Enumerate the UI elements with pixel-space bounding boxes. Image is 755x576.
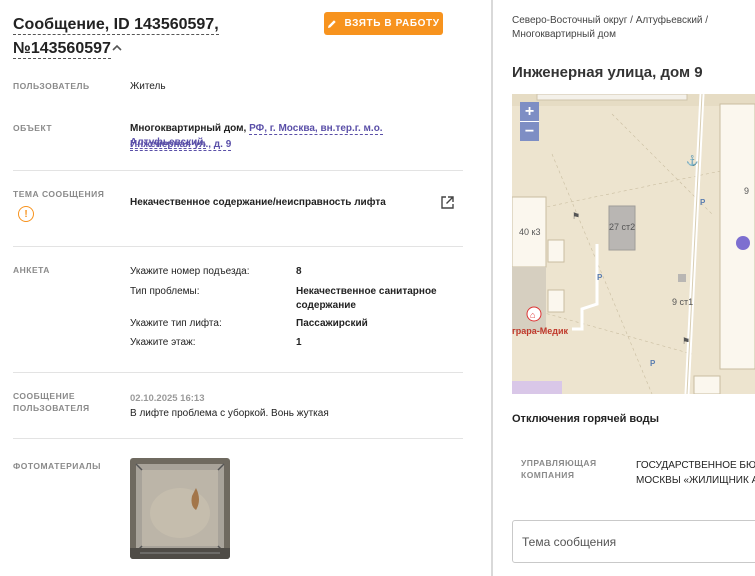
breadcrumb-line1: Северо-Восточный округ / Алтуфьевский / <box>512 15 709 26</box>
management-company-value: ГОСУДАРСТВЕННОЕ БЮД МОСКВЫ «ЖИЛИЩНИК А <box>636 460 755 486</box>
map-label-building: 40 к3 <box>519 227 541 237</box>
map-zoom-controls: + − <box>520 102 539 141</box>
survey-question: Тип проблемы: <box>130 286 200 297</box>
map[interactable]: ⌂ ⚓ ⚑ ⚑ 40 к3 27 ст2 9 ст1 9 грара-Медик… <box>512 94 755 394</box>
survey-question: Укажите тип лифта: <box>130 318 222 329</box>
pencil-icon <box>328 19 337 28</box>
survey-answer: 1 <box>296 337 302 348</box>
survey-question: Укажите номер подъезда: <box>130 266 250 277</box>
object-address-title: Инженерная улица, дом 9 <box>512 64 703 81</box>
divider <box>13 170 463 171</box>
divider <box>13 246 463 247</box>
breadcrumb: Северо-Восточный округ / Алтуфьевский / … <box>512 14 742 42</box>
parking-icon: P <box>700 198 706 207</box>
topic-label: ТЕМА СООБЩЕНИЯ <box>13 189 105 199</box>
map-label-building: 9 <box>744 186 750 196</box>
map-label-building: 9 ст1 <box>672 297 694 307</box>
topic-input[interactable] <box>512 520 755 563</box>
warning-icon: ! <box>18 206 34 222</box>
object-info-panel: Северо-Восточный округ / Алтуфьевский / … <box>493 0 755 576</box>
svg-text:⌂: ⌂ <box>530 310 535 320</box>
message-label-line1: СООБЩЕНИЕ <box>13 391 76 401</box>
object-address-link-line2[interactable]: Инженерная ул., д. 9 <box>130 138 232 152</box>
survey-label: АНКЕТА <box>13 265 50 275</box>
external-link-icon[interactable] <box>440 195 455 210</box>
breadcrumb-line2: Многоквартирный дом <box>512 29 616 40</box>
message-date: 02.10.2025 16:13 <box>130 393 205 404</box>
parking-icon: P <box>597 273 603 282</box>
message-label-line2: ПОЛЬЗОВАТЕЛЯ <box>13 403 90 413</box>
svg-text:⚓: ⚓ <box>686 154 698 167</box>
message-details-panel: Сообщение, ID 143560597, №143560597 ВЗЯТ… <box>0 0 490 576</box>
photos-label: ФОТОМАТЕРИАЛЫ <box>13 461 101 471</box>
divider <box>13 438 463 439</box>
chevron-up-icon[interactable] <box>112 43 122 53</box>
message-text: В лифте проблема с уборкой. Вонь жуткая <box>130 408 329 419</box>
take-to-work-button[interactable]: ВЗЯТЬ В РАБОТУ <box>324 12 443 35</box>
survey-answer: 8 <box>296 266 302 277</box>
management-company-label: УПРАВЛЯЮЩАЯ КОМПАНИЯ <box>521 458 597 480</box>
topic-value: Некачественное содержание/неисправность … <box>130 197 386 208</box>
divider <box>13 372 463 373</box>
message-title-line2[interactable]: №143560597 <box>13 40 111 59</box>
survey-answer: Пассажирский <box>296 318 368 329</box>
survey-answer: Некачественное санитарное содержание <box>296 286 437 311</box>
user-label: ПОЛЬЗОВАТЕЛЬ <box>13 81 90 91</box>
map-poi-label[interactable]: грара-Медик <box>512 326 568 336</box>
parking-icon: P <box>650 359 656 368</box>
take-to-work-label: ВЗЯТЬ В РАБОТУ <box>344 18 440 29</box>
object-type: Многоквартирный дом, <box>130 123 247 134</box>
svg-text:⚑: ⚑ <box>682 336 690 346</box>
survey-question: Укажите этаж: <box>130 337 196 348</box>
map-label-building: 27 ст2 <box>609 222 636 232</box>
photo-thumbnail[interactable] <box>130 458 230 559</box>
user-value: Житель <box>130 81 166 92</box>
hot-water-outage-title: Отключения горячей воды <box>512 413 659 425</box>
object-label: ОБЪЕКТ <box>13 123 53 133</box>
svg-text:⚑: ⚑ <box>572 211 580 221</box>
zoom-out-button[interactable]: − <box>520 122 539 141</box>
message-title-line1[interactable]: Сообщение, ID 143560597, <box>13 16 219 35</box>
zoom-in-button[interactable]: + <box>520 102 539 121</box>
